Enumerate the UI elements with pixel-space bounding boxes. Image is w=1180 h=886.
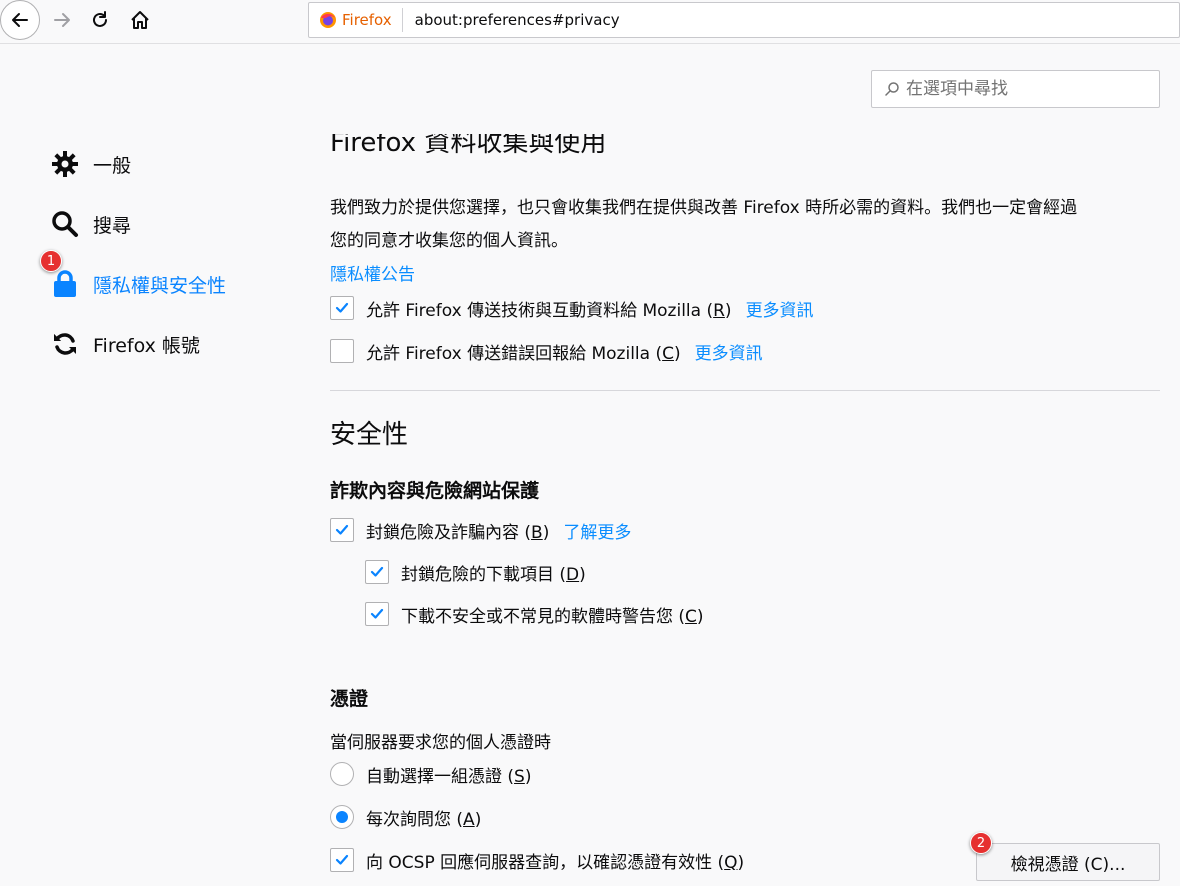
ask-every-time-label: 每次詢問您 (A) [366,809,482,830]
telemetry-checkbox[interactable] [330,296,354,320]
checkmark-icon [370,608,384,619]
checkmark-icon [370,566,384,577]
annotation-badge-2: 2 [970,832,992,854]
gear-icon [50,149,80,179]
block-dangerous-row: 封鎖危險及詐騙內容 (B) 了解更多 [330,517,631,543]
crash-reports-label: 允許 Firefox 傳送錯誤回報給 Mozilla (C) [366,343,681,364]
checkmark-icon [335,524,349,535]
telemetry-learn-more-link[interactable]: 更多資訊 [746,296,814,321]
checkmark-icon [335,302,349,313]
sidebar-item-general[interactable]: 一般 [50,146,131,182]
certificates-prompt: 當伺服器要求您的個人憑證時 [330,733,551,753]
telemetry-label: 允許 Firefox 傳送技術與互動資料給 Mozilla (R) [366,300,732,321]
block-dangerous-checkbox[interactable] [330,518,354,542]
warn-software-row: 下載不安全或不常見的軟體時警告您 (C) [365,601,704,627]
view-certificates-button[interactable]: 檢視憑證 (C)... [976,843,1160,881]
section-divider [330,390,1160,391]
annotation-badge-1: 1 [40,250,62,272]
data-collection-heading: Firefox 資料收集與使用 [330,134,607,158]
block-downloads-row: 封鎖危險的下載項目 (D) [365,559,586,585]
block-downloads-label: 封鎖危險的下載項目 (D) [401,564,586,585]
forward-arrow-icon [54,13,70,27]
identity-label: Firefox [342,11,392,29]
home-icon [131,11,149,29]
sync-icon [50,329,80,359]
sidebar-item-label: 一般 [93,154,132,177]
url-text[interactable]: about:preferences#privacy [415,11,620,29]
sidebar-item-sync[interactable]: Firefox 帳號 [50,326,200,362]
sidebar-item-search[interactable]: 搜尋 [50,206,131,242]
sidebar-item-label: 隱私權與安全性 [93,274,227,297]
ask-every-time-radio[interactable] [330,805,354,829]
warn-software-label: 下載不安全或不常見的軟體時警告您 (C) [401,606,704,627]
crash-reports-checkbox[interactable] [330,339,354,363]
ocsp-label: 向 OCSP 回應伺服器查詢，以確認憑證有效性 (Q) [366,852,745,873]
checkmark-icon [335,854,349,865]
url-bar[interactable]: Firefox about:preferences#privacy [308,2,1180,38]
block-dangerous-label: 封鎖危險及詐騙內容 (B) [366,522,550,543]
security-heading: 安全性 [330,420,409,450]
ocsp-checkbox[interactable] [330,848,354,872]
home-button[interactable] [128,8,152,32]
back-button[interactable] [0,0,40,40]
browser-toolbar: Firefox about:preferences#privacy [0,0,1180,44]
auto-select-label: 自動選擇一組憑證 (S) [366,766,532,787]
reload-icon [93,11,107,27]
reload-button[interactable] [88,8,112,32]
block-downloads-checkbox[interactable] [365,560,389,584]
block-dangerous-learn-more-link[interactable]: 了解更多 [563,518,631,543]
auto-select-radio[interactable] [330,762,354,786]
data-collection-desc-line1: 我們致力於提供您選擇，也只會收集我們在提供與改善 Firefox 時所必需的資料… [330,198,1078,218]
preferences-search-box[interactable] [871,70,1160,108]
warn-software-checkbox[interactable] [365,602,389,626]
sidebar-item-label: 搜尋 [93,214,132,237]
deceptive-content-heading: 詐欺內容與危險網站保護 [330,480,540,502]
back-arrow-icon [12,13,28,27]
ocsp-row: 向 OCSP 回應伺服器查詢，以確認憑證有效性 (Q) [330,847,744,873]
privacy-notice-link[interactable]: 隱私權公告 [330,260,415,285]
telemetry-row: 允許 Firefox 傳送技術與互動資料給 Mozilla (R) 更多資訊 [330,295,814,321]
crash-reports-row: 允許 Firefox 傳送錯誤回報給 Mozilla (C) 更多資訊 [330,338,763,364]
preferences-search-input[interactable] [906,79,1146,99]
radio-selected-dot [336,811,348,823]
lock-icon [50,269,80,299]
sidebar-item-label: Firefox 帳號 [93,334,200,357]
search-icon [50,209,80,239]
firefox-logo-icon [320,12,336,28]
data-collection-heading-clip: Firefox 資料收集與使用 [330,134,730,160]
data-collection-desc-line2: 您的同意才收集您的個人資訊。 [330,231,568,251]
crash-reports-learn-more-link[interactable]: 更多資訊 [695,339,763,364]
forward-button[interactable] [50,8,74,32]
sidebar-item-privacy[interactable]: 隱私權與安全性 [50,266,226,302]
ask-every-time-row: 每次詢問您 (A) [330,804,481,830]
search-icon [885,82,899,96]
identity-box[interactable]: Firefox [309,8,403,32]
auto-select-row: 自動選擇一組憑證 (S) [330,761,531,787]
certificates-heading: 憑證 [330,688,369,710]
